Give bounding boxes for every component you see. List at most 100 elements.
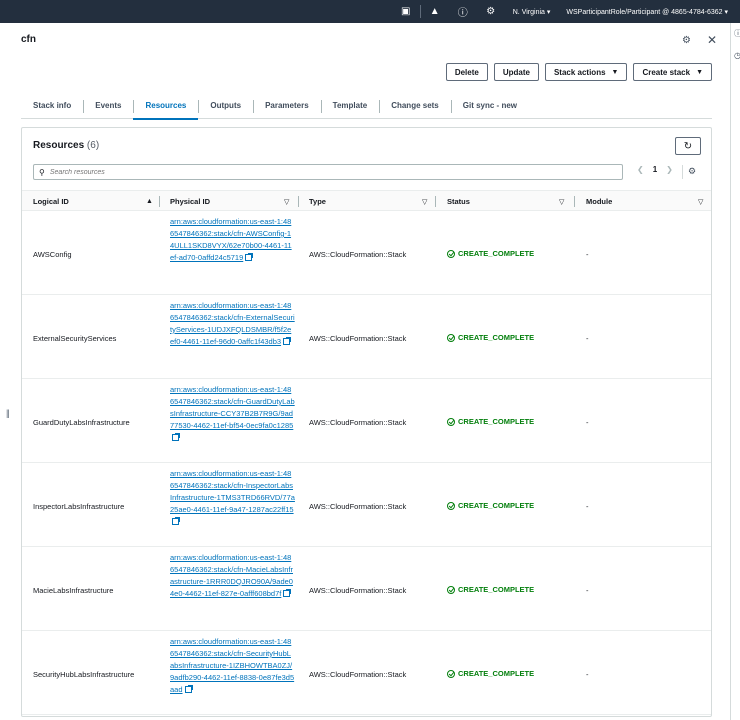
column-label: Status <box>447 197 470 206</box>
module-cell: - <box>586 586 589 595</box>
delete-button[interactable]: Delete <box>445 63 488 81</box>
update-button[interactable]: Update <box>493 63 539 81</box>
resources-count: (6) <box>86 140 100 151</box>
table-row: ExternalSecurityServices arn:aws:cloudfo… <box>22 295 711 379</box>
type-cell: AWS::CloudFormation::Stack <box>309 586 407 595</box>
prev-page-icon[interactable]: ❮ <box>637 165 644 174</box>
success-check-icon <box>447 249 455 258</box>
stack-detail-tabs: Stack info Events Resources Outputs Para… <box>21 93 712 120</box>
page-number[interactable]: 1 <box>653 165 657 174</box>
status-text: CREATE_COMPLETE <box>458 669 535 678</box>
table-row: MacieLabsInfrastructure arn:aws:cloudfor… <box>22 547 711 631</box>
sort-icon: ▽ <box>559 198 565 206</box>
table-row: AWSConfig arn:aws:cloudformation:us-east… <box>22 211 711 295</box>
caret-down-icon: ▼ <box>611 68 619 76</box>
stack-actions-dropdown[interactable]: Stack actions ▼ <box>544 63 628 81</box>
table-preferences-gear-icon[interactable]: ⚙ <box>688 166 696 177</box>
region-selector[interactable]: N. Virginia ▾ <box>505 8 559 16</box>
sort-icon: ▽ <box>422 198 428 206</box>
physical-id-link[interactable]: arn:aws:cloudformation:us-east-1:4865478… <box>170 384 295 444</box>
table-row: SecurityHubLabsInfrastructure arn:aws:cl… <box>22 631 711 715</box>
refresh-button[interactable]: ↻ <box>675 137 701 155</box>
rail-clock-icon[interactable]: ◷ <box>734 51 740 60</box>
logical-id-cell: SecurityHubLabsInfrastructure <box>33 670 135 679</box>
success-check-icon <box>447 417 455 426</box>
physical-id-link[interactable]: arn:aws:cloudformation:us-east-1:4865478… <box>170 636 295 696</box>
help-icon[interactable]: ⓘ <box>449 0 477 23</box>
column-header-module[interactable]: Module ▽ <box>586 191 708 212</box>
physical-id-link[interactable]: arn:aws:cloudformation:us-east-1:4865478… <box>170 468 295 528</box>
account-label: WSParticipantRole/Participant @ 4865-478… <box>566 8 723 16</box>
account-menu[interactable]: WSParticipantRole/Participant @ 4865-478… <box>558 8 736 16</box>
preferences-gear-icon[interactable]: ⚙ <box>682 35 691 46</box>
tab-git-sync[interactable]: Git sync - new <box>450 93 529 119</box>
cloudshell-icon[interactable]: ▣ <box>392 0 420 23</box>
notifications-bell-icon[interactable]: ▲ <box>421 0 449 23</box>
physical-id-text: arn:aws:cloudformation:us-east-1:4865478… <box>170 217 292 262</box>
sort-ascending-icon: ▲ <box>146 198 153 205</box>
update-label: Update <box>502 67 530 77</box>
physical-id-link[interactable]: arn:aws:cloudformation:us-east-1:4865478… <box>170 300 295 348</box>
delete-label: Delete <box>454 67 479 77</box>
module-cell: - <box>586 250 589 259</box>
column-divider[interactable] <box>435 196 436 207</box>
rail-info-icon[interactable]: ⓘ <box>734 28 740 39</box>
tab-events[interactable]: Events <box>83 93 133 119</box>
status-cell: CREATE_COMPLETE <box>447 333 534 342</box>
type-cell: AWS::CloudFormation::Stack <box>309 670 407 679</box>
physical-id-text: arn:aws:cloudformation:us-east-1:4865478… <box>170 385 295 430</box>
success-check-icon <box>447 669 455 678</box>
logical-id-cell: MacieLabsInfrastructure <box>33 586 114 595</box>
pager-divider <box>682 165 683 179</box>
settings-gear-icon[interactable]: ⚙ <box>477 0 505 23</box>
close-icon[interactable]: ✕ <box>707 33 717 47</box>
physical-id-link[interactable]: arn:aws:cloudformation:us-east-1:4865478… <box>170 552 295 600</box>
column-header-physical-id[interactable]: Physical ID ▽ <box>170 191 299 212</box>
column-label: Module <box>586 197 613 206</box>
type-cell: AWS::CloudFormation::Stack <box>309 250 407 259</box>
status-cell: CREATE_COMPLETE <box>447 669 534 678</box>
table-row: GuardDutyLabsInfrastructure arn:aws:clou… <box>22 379 711 463</box>
search-input[interactable] <box>49 168 590 176</box>
status-text: CREATE_COMPLETE <box>458 501 535 510</box>
create-stack-dropdown[interactable]: Create stack ▼ <box>633 63 712 81</box>
table-body: AWSConfig arn:aws:cloudformation:us-east… <box>22 211 711 715</box>
tab-stack-info[interactable]: Stack info <box>21 93 83 119</box>
external-link-icon <box>245 252 254 261</box>
column-header-status[interactable]: Status ▽ <box>447 191 575 212</box>
column-header-type[interactable]: Type ▽ <box>309 191 436 212</box>
stack-actions-label: Stack actions <box>553 67 606 77</box>
logical-id-cell: AWSConfig <box>33 250 72 259</box>
search-box[interactable]: ⚲ <box>33 164 623 180</box>
column-divider[interactable] <box>298 196 299 207</box>
column-divider[interactable] <box>159 196 160 207</box>
status-text: CREATE_COMPLETE <box>458 249 535 258</box>
external-link-icon <box>184 684 193 693</box>
table-row: InspectorLabsInfrastructure arn:aws:clou… <box>22 463 711 547</box>
split-panel-drag-handle[interactable]: || <box>6 408 10 418</box>
resources-heading: Resources (6) <box>33 140 99 151</box>
tab-outputs[interactable]: Outputs <box>198 93 253 119</box>
column-label: Logical ID <box>33 197 69 206</box>
tab-template[interactable]: Template <box>320 93 380 119</box>
page-title: cfn <box>21 34 36 45</box>
column-divider[interactable] <box>574 196 575 207</box>
tab-resources[interactable]: Resources <box>133 93 199 120</box>
external-link-icon <box>283 336 292 345</box>
type-cell: AWS::CloudFormation::Stack <box>309 334 407 343</box>
region-label: N. Virginia <box>512 8 545 16</box>
success-check-icon <box>447 501 455 510</box>
tab-parameters[interactable]: Parameters <box>253 93 321 119</box>
physical-id-link[interactable]: arn:aws:cloudformation:us-east-1:4865478… <box>170 216 295 264</box>
column-header-logical-id[interactable]: Logical ID ▲ <box>33 191 160 212</box>
create-stack-label: Create stack <box>642 67 691 77</box>
status-cell: CREATE_COMPLETE <box>447 585 534 594</box>
logical-id-cell: InspectorLabsInfrastructure <box>33 502 125 511</box>
module-cell: - <box>586 670 589 679</box>
column-label: Physical ID <box>170 197 211 206</box>
type-cell: AWS::CloudFormation::Stack <box>309 418 407 427</box>
external-link-icon <box>172 432 180 441</box>
next-page-icon[interactable]: ❯ <box>666 165 673 174</box>
tab-change-sets[interactable]: Change sets <box>379 93 451 119</box>
status-cell: CREATE_COMPLETE <box>447 501 534 510</box>
